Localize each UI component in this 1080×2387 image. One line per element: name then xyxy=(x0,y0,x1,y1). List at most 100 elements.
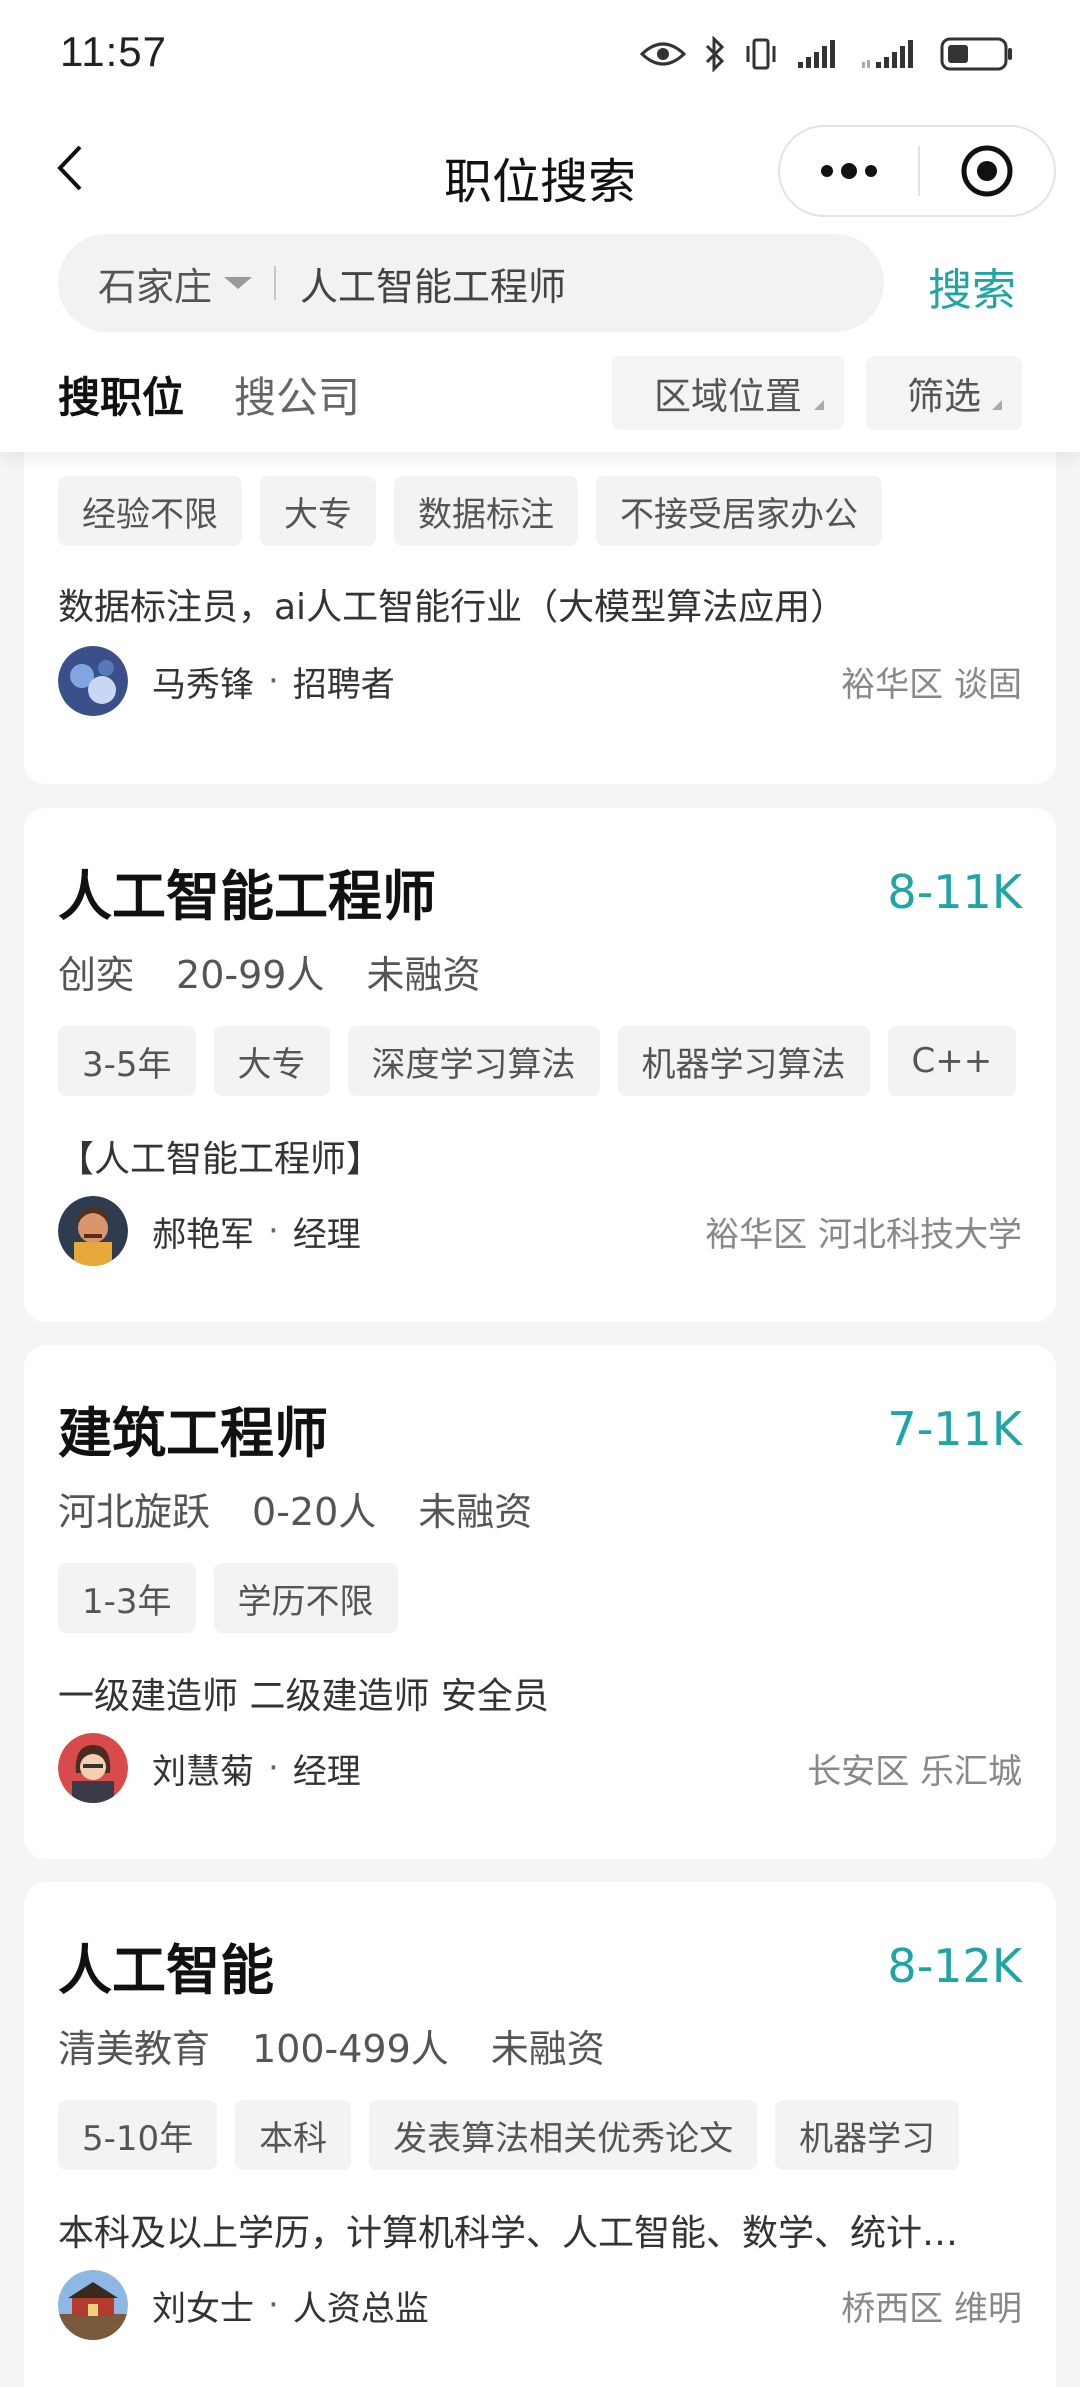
job-tag: 发表算法相关优秀论文 xyxy=(369,2100,758,2170)
job-location: 桥西区 维明 xyxy=(841,2288,1022,2329)
recruiter-name: 刘女士 xyxy=(152,2288,254,2329)
search-input[interactable] xyxy=(300,261,861,305)
dropdown-corner-icon xyxy=(814,400,824,410)
search-divider xyxy=(274,266,277,300)
status-icons xyxy=(640,34,1014,74)
company-name: 创奕 xyxy=(58,953,135,997)
search-row: 石家庄 搜索 xyxy=(0,234,1080,334)
recruiter-name: 马秀锋 xyxy=(152,664,254,705)
job-salary: 8-11K xyxy=(887,864,1022,919)
job-salary: 7-11K xyxy=(887,1401,1022,1456)
avatar xyxy=(58,2270,128,2340)
filter-label: 筛选 xyxy=(907,375,981,418)
separator-dot: · xyxy=(268,1748,279,1788)
job-title: 人工智能 xyxy=(58,1939,274,2002)
job-tags: 5-10年 本科 发表算法相关优秀论文 机器学习 xyxy=(58,2100,960,2170)
job-tag: 5-10年 xyxy=(58,2100,218,2170)
caret-down-icon[interactable] xyxy=(224,277,253,289)
area-filter-label: 区域位置 xyxy=(654,375,802,418)
job-description: 数据标注员，ai人工智能行业（大模型算法应用） xyxy=(58,587,847,628)
job-description: 一级建造师 二级建造师 安全员 xyxy=(58,1676,549,1717)
mini-program-capsule xyxy=(778,125,1056,217)
filter-row: 搜职位 搜公司 区域位置 筛选 xyxy=(0,334,1080,452)
status-bar: 11:57 xyxy=(0,0,1080,108)
company-size: 0-20人 xyxy=(252,1490,377,1534)
avatar xyxy=(58,646,128,716)
job-title-row: 建筑工程师 7-11K xyxy=(58,1389,1022,1468)
job-list: 经验不限 大专 数据标注 不接受居家办公 数据标注员，ai人工智能行业（大模型算… xyxy=(0,452,1080,2387)
bluetooth-icon xyxy=(704,36,726,72)
separator-dot: · xyxy=(268,1211,279,1251)
recruiter-row: 马秀锋 · 招聘者 裕华区 谈固 xyxy=(58,646,1022,716)
company-funding: 未融资 xyxy=(366,953,481,997)
filter-button[interactable]: 筛选 xyxy=(866,356,1022,430)
job-tag: 大专 xyxy=(213,1026,330,1096)
tab-search-jobs[interactable]: 搜职位 xyxy=(58,364,184,425)
dropdown-corner-icon xyxy=(992,400,1002,410)
job-title: 建筑工程师 xyxy=(58,1402,328,1465)
job-tag: 机器学习算法 xyxy=(617,1026,870,1096)
recruiter-role: 经理 xyxy=(292,1214,361,1255)
job-title-row: 人工智能工程师 8-11K xyxy=(58,852,1022,931)
battery-icon xyxy=(940,36,1014,72)
company-info: 清美教育 100-499人 未融资 xyxy=(58,2018,605,2073)
more-dots-icon xyxy=(821,163,877,179)
job-title-row: 人工智能 8-12K xyxy=(58,1926,1022,2005)
recruiter-row: 刘慧菊 · 经理 长安区 乐汇城 xyxy=(58,1733,1022,1803)
job-card[interactable]: 人工智能工程师 8-11K 创奕 20-99人 未融资 3-5年 大专 深度学习… xyxy=(24,808,1056,1322)
area-filter-button[interactable]: 区域位置 xyxy=(612,356,844,430)
close-button[interactable] xyxy=(920,127,1054,215)
separator-dot: · xyxy=(268,2285,279,2325)
job-tag: 大专 xyxy=(260,476,376,546)
job-location: 长安区 乐汇城 xyxy=(807,1751,1022,1792)
search-button[interactable]: 搜索 xyxy=(928,254,1016,318)
company-size: 20-99人 xyxy=(176,953,325,997)
job-salary: 8-12K xyxy=(887,1938,1022,1993)
eye-icon xyxy=(640,39,686,69)
company-info: 河北旋跃 0-20人 未融资 xyxy=(58,1481,532,1536)
recruiter-name: 刘慧菊 xyxy=(152,1751,254,1792)
job-card[interactable]: 建筑工程师 7-11K 河北旋跃 0-20人 未融资 1-3年 学历不限 一级建… xyxy=(24,1345,1056,1859)
company-size: 100-499人 xyxy=(252,2027,449,2071)
job-description: 本科及以上学历，计算机科学、人工智能、数学、统计… xyxy=(58,2213,959,2254)
job-tag: 不接受居家办公 xyxy=(596,476,882,546)
vibrate-icon xyxy=(744,37,778,71)
job-tag: 1-3年 xyxy=(58,1563,196,1633)
job-tags: 经验不限 大专 数据标注 不接受居家办公 xyxy=(58,476,882,546)
recruiter-role: 招聘者 xyxy=(292,664,395,705)
job-tags: 3-5年 大专 深度学习算法 机器学习算法 C++ xyxy=(58,1026,1017,1096)
job-tag: 学历不限 xyxy=(213,1563,398,1633)
status-time: 11:57 xyxy=(60,28,167,75)
avatar xyxy=(58,1196,128,1266)
signal-icon xyxy=(860,38,922,70)
job-card[interactable]: 经验不限 大专 数据标注 不接受居家办公 数据标注员，ai人工智能行业（大模型算… xyxy=(24,452,1056,784)
job-tag: C++ xyxy=(887,1026,1017,1096)
recruiter-name: 郝艳军 xyxy=(152,1214,254,1255)
more-button[interactable] xyxy=(780,127,918,215)
job-title: 人工智能工程师 xyxy=(58,865,436,928)
recruiter-role: 经理 xyxy=(292,1751,361,1792)
avatar xyxy=(58,1733,128,1803)
company-funding: 未融资 xyxy=(490,2027,605,2071)
job-card[interactable]: 人工智能 8-12K 清美教育 100-499人 未融资 5-10年 本科 发表… xyxy=(24,1882,1056,2387)
recruiter-role: 人资总监 xyxy=(292,2288,429,2329)
search-box: 石家庄 xyxy=(58,234,884,332)
city-selector[interactable]: 石家庄 xyxy=(98,256,212,311)
tab-search-companies[interactable]: 搜公司 xyxy=(234,364,360,425)
job-tags: 1-3年 学历不限 xyxy=(58,1563,398,1633)
company-name: 清美教育 xyxy=(58,2027,211,2071)
company-funding: 未融资 xyxy=(418,1490,533,1534)
recruiter-row: 郝艳军 · 经理 裕华区 河北科技大学 xyxy=(58,1196,1022,1266)
company-info: 创奕 20-99人 未融资 xyxy=(58,944,480,999)
job-description: 【人工智能工程师】 xyxy=(58,1139,383,1180)
job-tag: 3-5年 xyxy=(58,1026,196,1096)
job-location: 裕华区 河北科技大学 xyxy=(705,1214,1022,1255)
job-location: 裕华区 谈固 xyxy=(841,664,1022,705)
nav-bar: 职位搜索 xyxy=(0,108,1080,234)
recruiter-row: 刘女士 · 人资总监 桥西区 维明 xyxy=(58,2270,1022,2340)
job-tag: 数据标注 xyxy=(394,476,578,546)
separator-dot: · xyxy=(268,661,279,701)
job-tag: 本科 xyxy=(235,2100,352,2170)
signal-icon xyxy=(796,38,842,70)
company-name: 河北旋跃 xyxy=(58,1490,211,1534)
